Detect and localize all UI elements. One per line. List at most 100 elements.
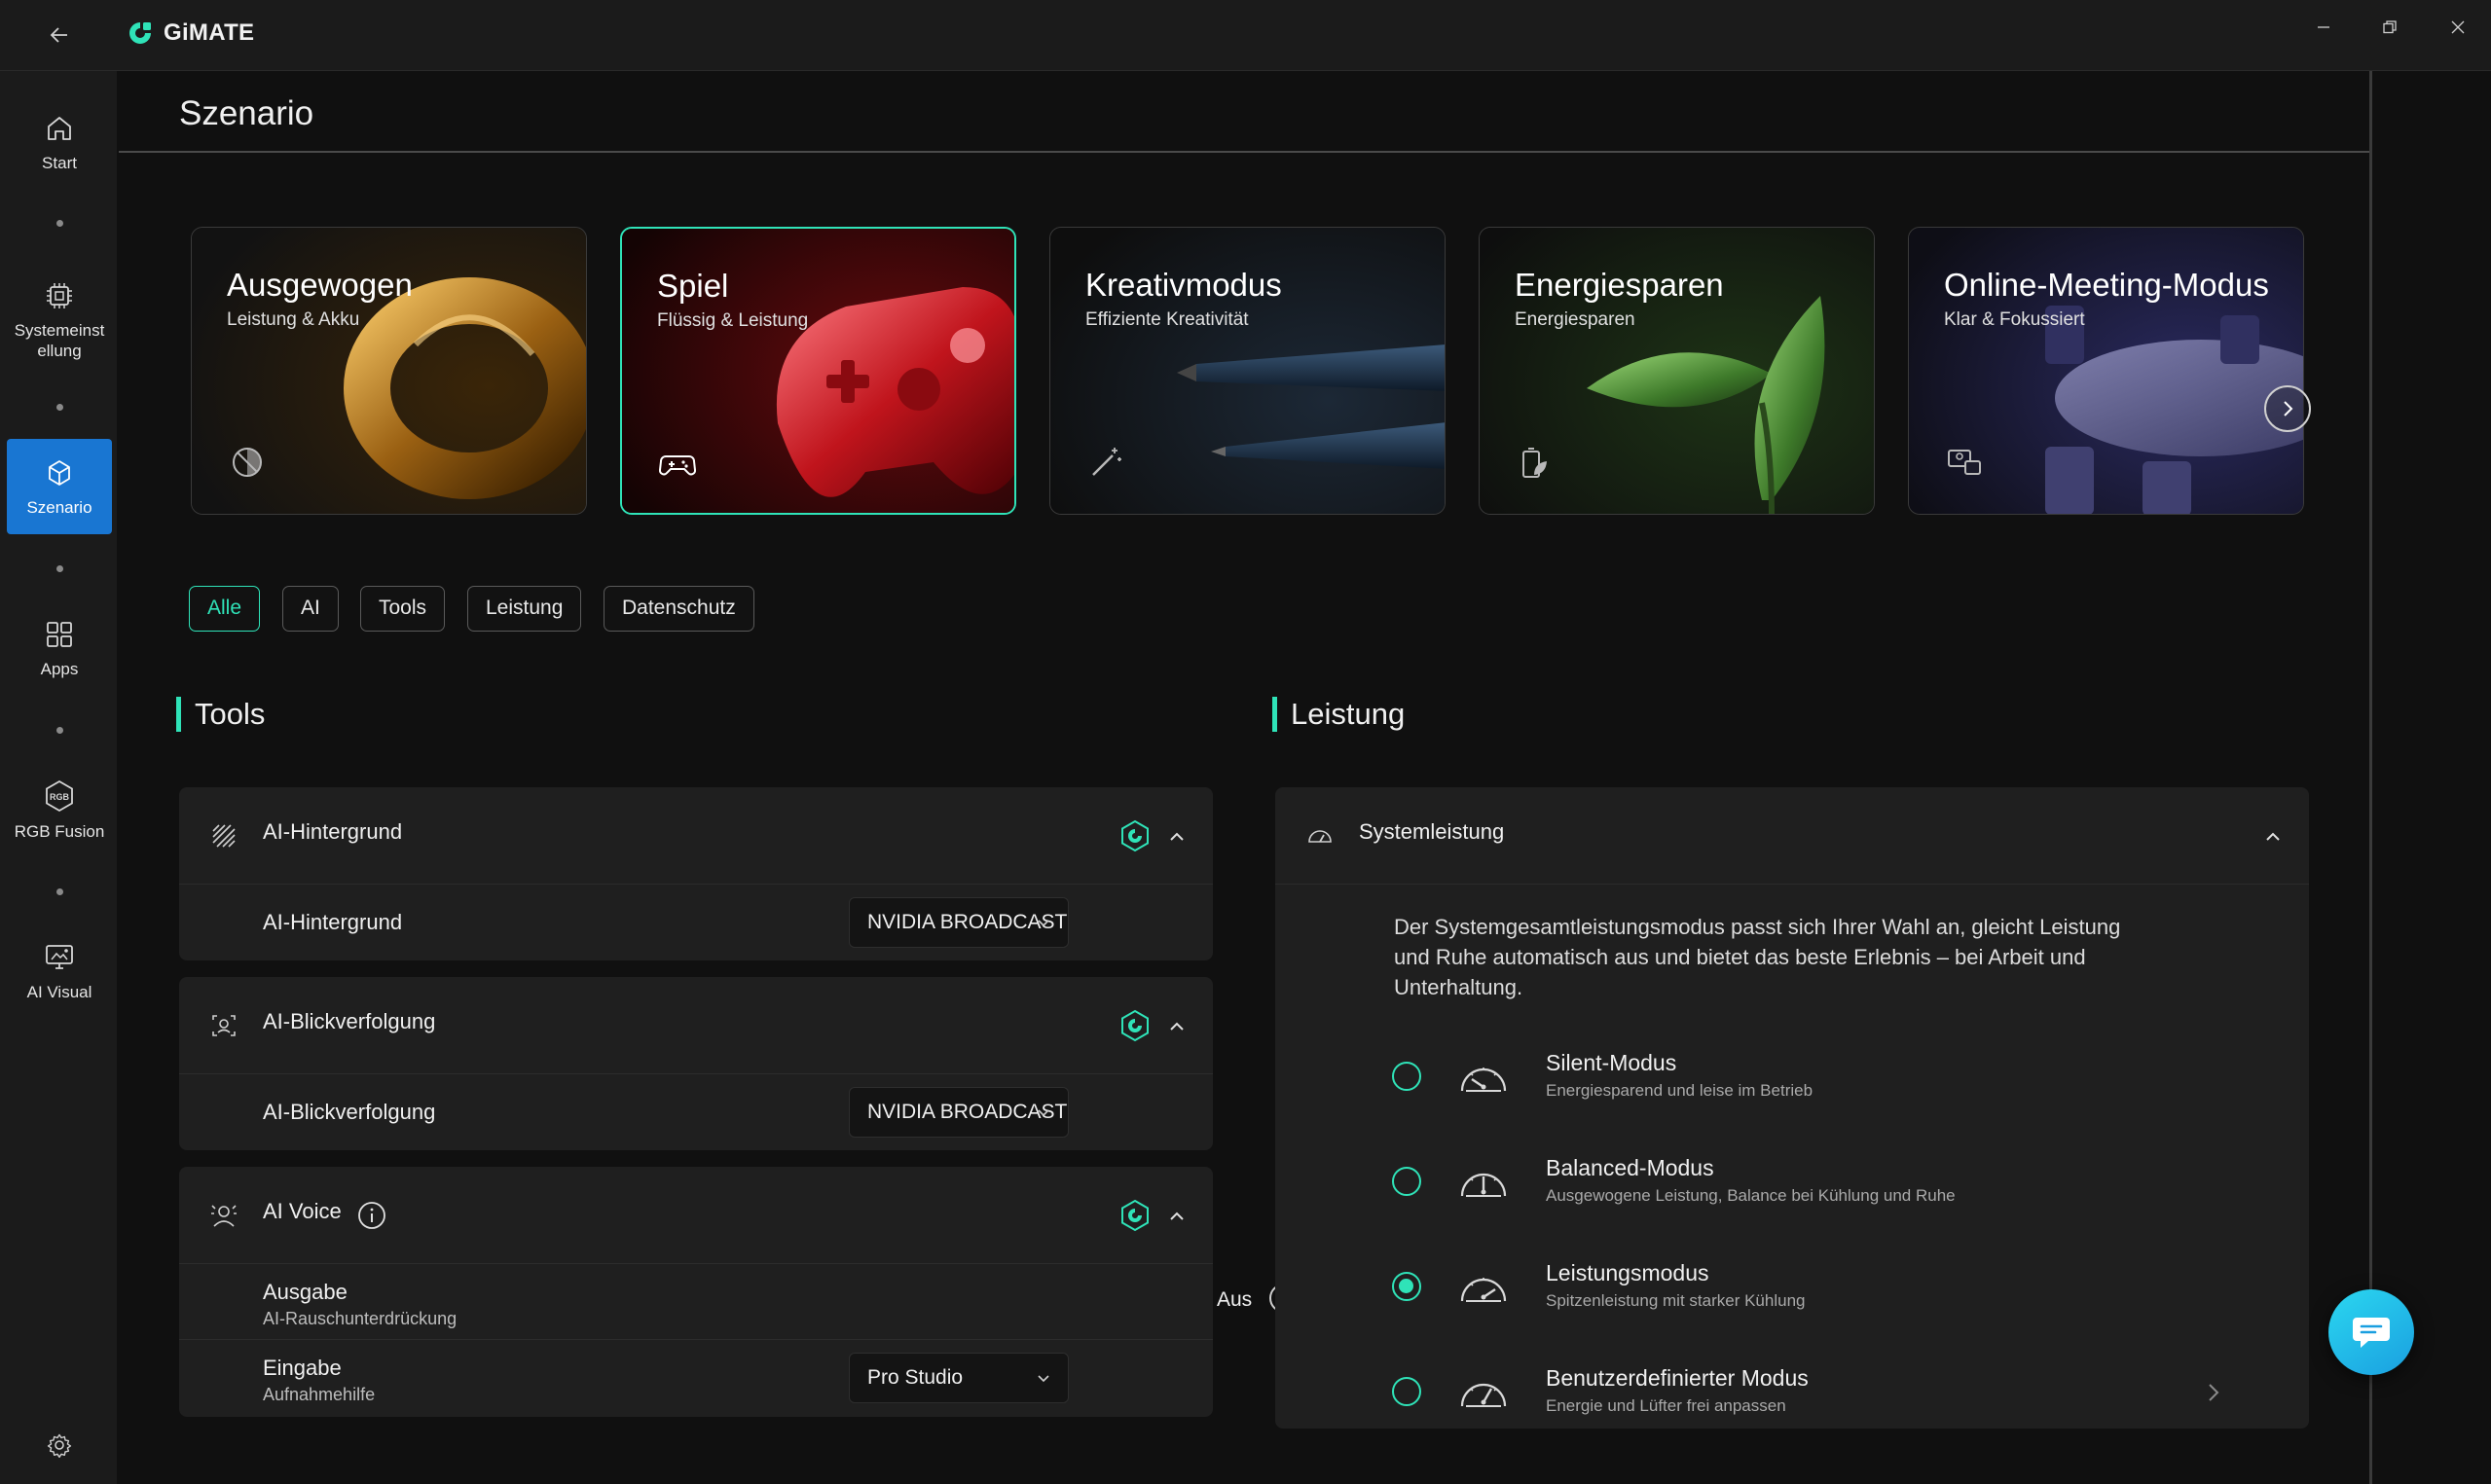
cube-icon: [49, 459, 70, 486]
restore-button[interactable]: [2363, 8, 2416, 47]
panel-ai-blickverfolgung: AI-Blickverfolgung AI-Blickverfolgung NV…: [179, 977, 1325, 1150]
performance-description: Der Systemgesamtleistungsmodus passt sic…: [1394, 915, 2121, 999]
panel-ai-voice: AI Voice Ausgabe AI-Rauschunterdrückung …: [179, 1167, 1328, 1417]
mode-option-custom[interactable]: Benutzerdefinierter Modus Energie und Lü…: [1275, 1354, 2309, 1437]
setting-row-eingabe: Eingabe Aufnahmehilfe Pro Studio: [179, 1340, 1321, 1416]
sidebar-item-start[interactable]: Start: [7, 94, 112, 190]
setting-row: AI-Hintergrund NVIDIA BROADCAST: [179, 885, 1325, 960]
close-icon: [2451, 20, 2465, 34]
page-header: Szenario: [119, 71, 2369, 153]
sidebar-item-szenario[interactable]: Szenario: [7, 439, 112, 534]
radio-button[interactable]: [1392, 1377, 1421, 1406]
collapse-button[interactable]: [1162, 822, 1191, 851]
radio-button[interactable]: [1392, 1167, 1421, 1196]
nav-separator: [56, 888, 63, 895]
settings-button[interactable]: [41, 1427, 78, 1464]
filter-chip-datenschutz[interactable]: Datenschutz: [604, 586, 754, 632]
setting-row: AI-Blickverfolgung NVIDIA BROADCAST: [179, 1074, 1325, 1150]
chevron-down-icon: [1038, 920, 1049, 927]
restore-icon: [2383, 20, 2397, 34]
mode-option-balanced[interactable]: Balanced-Modus Ausgewogene Leistung, Bal…: [1275, 1143, 2309, 1227]
filter-chip-tools[interactable]: Tools: [360, 586, 446, 632]
close-button[interactable]: [2432, 8, 2484, 47]
eye-tracking-icon: [204, 1006, 243, 1045]
ai-visual-icon: [46, 944, 73, 969]
grid-icon: [47, 621, 72, 647]
background-icon: [204, 816, 243, 855]
filter-chip-ai[interactable]: AI: [282, 586, 339, 632]
filter-chip-leistung[interactable]: Leistung: [467, 586, 582, 632]
chevron-up-icon: [1170, 1022, 1184, 1031]
scenario-card-ausgewogen[interactable]: Ausgewogen Leistung & Akku: [191, 227, 587, 515]
radio-button[interactable]: [1392, 1062, 1421, 1091]
minimize-icon: [2318, 26, 2329, 28]
gauge-custom-icon: [1460, 1383, 1507, 1407]
meeting-icon: [1948, 450, 1981, 475]
nav-separator: [56, 565, 63, 572]
gauge-low-icon: [1460, 1068, 1507, 1092]
panel-header[interactable]: Systemleistung: [1275, 787, 2309, 885]
page-title: Szenario: [179, 94, 314, 132]
filter-chip-alle[interactable]: Alle: [189, 586, 261, 632]
rgb-icon: RGB: [46, 779, 73, 812]
collapse-button[interactable]: [2258, 822, 2288, 851]
voice-icon: [204, 1196, 243, 1235]
panel-header[interactable]: AI Voice: [179, 1167, 1213, 1264]
app-name: GiMATE: [164, 19, 255, 46]
sidebar-item-ai-visual[interactable]: AI Visual: [7, 923, 112, 1019]
balance-icon: [233, 448, 262, 477]
minimize-button[interactable]: [2297, 8, 2350, 47]
chat-assistant-button[interactable]: [2328, 1289, 2414, 1375]
select-dropdown[interactable]: NVIDIA BROADCAST: [849, 897, 1069, 948]
mode-option-silent[interactable]: Silent-Modus Energiesparend und leise im…: [1275, 1038, 2309, 1122]
panel-systemleistung: Systemleistung Der Systemgesamtleistungs…: [1275, 787, 2309, 1429]
chat-bubble-icon: [2353, 1318, 2390, 1348]
sidebar: Start Systemeinst ellung Szenario Apps R…: [0, 71, 117, 1484]
nav-separator: [56, 220, 63, 227]
scenario-card-energiesparen[interactable]: Energiesparen Energiesparen: [1479, 227, 1875, 515]
scenario-card-online-meeting[interactable]: Online-Meeting-Modus Klar & Fokussiert: [1908, 227, 2304, 515]
collapse-button[interactable]: [1162, 1012, 1191, 1041]
mode-option-leistung[interactable]: Leistungsmodus Spitzenleistung mit stark…: [1275, 1249, 2309, 1332]
gimate-shield-icon: [1121, 1009, 1149, 1042]
chevron-up-icon: [2266, 832, 2280, 841]
gear-icon: [47, 1433, 72, 1458]
gauge-medium-icon: [1460, 1173, 1507, 1197]
magic-wand-icon: [1092, 448, 1121, 476]
chevron-up-icon: [1170, 832, 1184, 841]
sidebar-item-rgb-fusion[interactable]: RGB RGB Fusion: [7, 762, 112, 857]
app-logo: GiMATE: [127, 19, 254, 47]
right-edge-divider: [2369, 71, 2372, 1484]
home-icon: [48, 116, 71, 140]
select-dropdown[interactable]: NVIDIA BROADCAST: [849, 1087, 1069, 1138]
scenario-card-kreativmodus[interactable]: Kreativmodus Effiziente Kreativität: [1049, 227, 1446, 515]
collapse-button[interactable]: [1162, 1202, 1191, 1231]
chevron-right-icon: [2284, 401, 2293, 416]
arrow-left-icon: [50, 27, 67, 43]
panel-header[interactable]: AI-Blickverfolgung: [179, 977, 1213, 1074]
gimate-shield-icon: [1121, 1199, 1149, 1232]
setting-row-ausgabe: Ausgabe AI-Rauschunterdrückung Aus: [179, 1264, 1328, 1340]
panel-header[interactable]: AI-Hintergrund: [179, 787, 1213, 885]
back-button[interactable]: [35, 14, 84, 56]
gamepad-icon: [659, 455, 696, 476]
scenario-next-button[interactable]: [2264, 385, 2311, 432]
scenario-card-spiel[interactable]: Spiel Flüssig & Leistung: [620, 227, 1016, 515]
chevron-right-icon[interactable]: [2200, 1379, 2227, 1406]
chevron-up-icon: [1170, 1212, 1184, 1220]
toggle-state-label: Aus: [1217, 1288, 1253, 1311]
section-title-leistung: Leistung: [1272, 697, 1405, 732]
section-title-tools: Tools: [176, 697, 265, 732]
speedometer-icon: [1300, 816, 1339, 855]
battery-leaf-icon: [1522, 448, 1547, 478]
nav-separator: [56, 404, 63, 411]
panel-ai-hintergrund: AI-Hintergrund AI-Hintergrund NVIDIA BRO…: [179, 787, 1325, 960]
gauge-high-icon: [1460, 1278, 1507, 1302]
chevron-down-icon: [1038, 1109, 1049, 1117]
gimate-logo-icon: [129, 22, 151, 44]
sidebar-item-apps[interactable]: Apps: [7, 600, 112, 696]
info-icon[interactable]: [356, 1200, 387, 1231]
sidebar-item-systemeinstellung[interactable]: Systemeinst ellung: [7, 262, 112, 379]
radio-button-selected[interactable]: [1392, 1272, 1421, 1301]
select-dropdown[interactable]: Pro Studio: [849, 1353, 1069, 1403]
